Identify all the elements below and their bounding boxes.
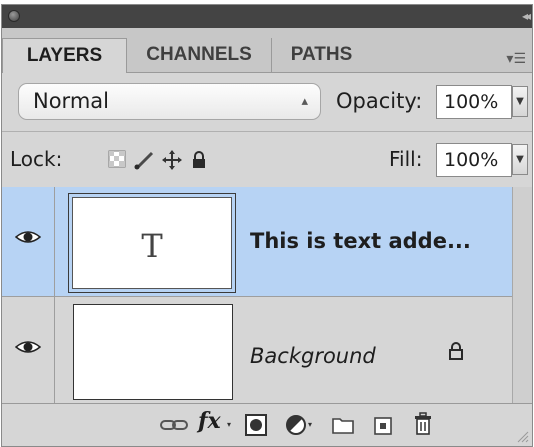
new-layer-icon[interactable] [374, 415, 394, 435]
fill-dropdown-icon[interactable]: ▼ [512, 144, 528, 175]
panel-menu-icon[interactable]: ▾☰ [506, 52, 526, 66]
opacity-input[interactable]: 100% [436, 85, 512, 119]
text-layer-icon: T [141, 227, 163, 265]
eye-icon[interactable] [15, 229, 41, 245]
tab-layers[interactable]: LAYERS [2, 38, 127, 73]
collapse-panel-icon[interactable]: ◂◂ [522, 8, 531, 24]
lock-all-icon[interactable] [191, 150, 207, 170]
panel-tabs: LAYERS CHANNELS PATHS ▾☰ [2, 28, 532, 73]
adjustment-layer-icon[interactable] [285, 414, 307, 436]
visibility-toggle[interactable] [2, 297, 55, 406]
adjustment-dropdown-icon[interactable]: ▾ [308, 420, 312, 429]
text-layer-thumbnail[interactable]: T [68, 193, 236, 293]
lock-image-pixels-icon[interactable] [134, 150, 154, 170]
layer-lock-icon [449, 342, 463, 360]
background-layer-thumbnail[interactable] [73, 304, 233, 400]
layers-list: T This is text adde... Background [2, 187, 532, 407]
blend-mode-value: Normal [33, 89, 109, 113]
blend-row: Normal ▴ Opacity: 100% ▼ [2, 72, 532, 131]
layers-bottom-bar: fx ▾ ▾ [2, 403, 532, 446]
visibility-toggle[interactable] [2, 187, 55, 296]
select-arrows-icon: ▴ [301, 94, 308, 109]
opacity-dropdown-icon[interactable]: ▼ [512, 86, 528, 117]
new-group-icon[interactable] [332, 416, 354, 434]
layers-scrollbar[interactable] [512, 187, 532, 406]
layer-name[interactable]: This is text adde... [250, 227, 471, 255]
eye-icon[interactable] [15, 339, 41, 355]
tab-channels[interactable]: CHANNELS [127, 38, 271, 72]
lock-label: Lock: [10, 147, 63, 171]
fill-label: Fill: [389, 147, 423, 171]
fill-input[interactable]: 100% [436, 143, 512, 177]
lock-transparent-pixels-icon[interactable] [108, 150, 126, 170]
layer-name[interactable]: Background [250, 342, 376, 370]
fx-icon[interactable]: fx [198, 408, 221, 434]
resize-grip-icon[interactable] [515, 429, 529, 443]
layers-panel: ◂◂ LAYERS CHANNELS PATHS ▾☰ Normal ▴ Opa… [1, 4, 533, 447]
lock-row: Lock: Fill: 100% ▼ [2, 131, 532, 189]
layer-row-text[interactable]: T This is text adde... [2, 187, 512, 297]
link-layers-icon[interactable] [160, 419, 188, 431]
trash-icon[interactable] [414, 412, 432, 436]
opacity-label: Opacity: [336, 89, 423, 113]
panel-titlebar[interactable]: ◂◂ [2, 5, 532, 28]
blend-mode-select[interactable]: Normal ▴ [18, 83, 321, 120]
add-mask-icon[interactable] [245, 414, 267, 436]
layer-row-background[interactable]: Background [2, 297, 512, 407]
tab-paths[interactable]: PATHS [271, 38, 371, 72]
fx-dropdown-icon[interactable]: ▾ [227, 420, 231, 429]
close-panel-icon[interactable] [8, 10, 20, 22]
lock-position-icon[interactable] [162, 150, 182, 170]
